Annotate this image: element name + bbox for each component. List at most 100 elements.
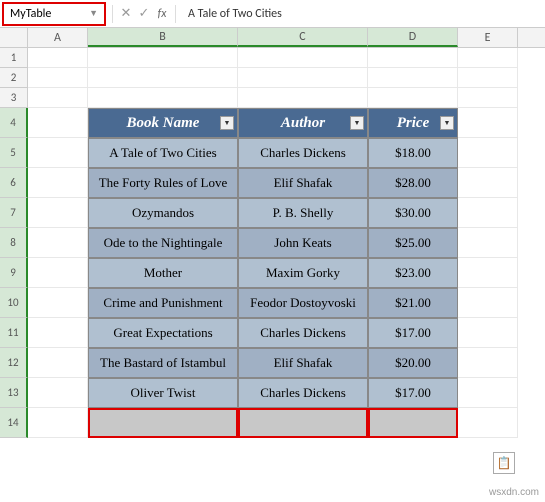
row-header[interactable]: 9 — [0, 258, 28, 288]
row-header[interactable]: 10 — [0, 288, 28, 318]
row-header[interactable]: 2 — [0, 68, 28, 88]
cell[interactable] — [458, 258, 518, 288]
cell-author[interactable]: P. B. Shelly — [238, 198, 368, 228]
name-box[interactable]: MyTable ▼ — [2, 2, 106, 26]
select-all-corner[interactable] — [0, 28, 28, 47]
cancel-icon[interactable]: ✕ — [117, 6, 135, 21]
cell-author[interactable]: Charles Dickens — [238, 138, 368, 168]
cell[interactable] — [368, 88, 458, 108]
cell[interactable] — [238, 408, 368, 438]
cell[interactable] — [368, 68, 458, 88]
cell[interactable] — [28, 198, 88, 228]
cell-price[interactable]: $28.00 — [368, 168, 458, 198]
cell-book[interactable]: Oliver Twist — [88, 378, 238, 408]
cell[interactable] — [88, 68, 238, 88]
row-header[interactable]: 7 — [0, 198, 28, 228]
cell[interactable] — [458, 408, 518, 438]
col-header-b[interactable]: B — [88, 28, 238, 47]
cell-author[interactable]: Charles Dickens — [238, 378, 368, 408]
cell-book[interactable]: Ozymandos — [88, 198, 238, 228]
cell[interactable] — [28, 228, 88, 258]
paste-options-icon[interactable]: 📋 — [493, 452, 515, 474]
formula-input[interactable]: A Tale of Two Cities — [180, 0, 545, 27]
cell[interactable] — [28, 318, 88, 348]
check-icon[interactable]: ✓ — [135, 6, 153, 21]
cell[interactable] — [458, 378, 518, 408]
cell[interactable] — [28, 408, 88, 438]
cell-price[interactable]: $18.00 — [368, 138, 458, 168]
cell[interactable] — [28, 138, 88, 168]
cell[interactable] — [28, 348, 88, 378]
cell[interactable] — [458, 68, 518, 88]
col-header-e[interactable]: E — [458, 28, 518, 47]
col-header-a[interactable]: A — [28, 28, 88, 47]
cell[interactable] — [368, 48, 458, 68]
table-header-price[interactable]: Price▼ — [368, 108, 458, 138]
cell-author[interactable]: Feodor Dostoyvoski — [238, 288, 368, 318]
row-header[interactable]: 3 — [0, 88, 28, 108]
cell-book[interactable]: The Bastard of Istambul — [88, 348, 238, 378]
cell-price[interactable]: $17.00 — [368, 318, 458, 348]
cell[interactable] — [458, 228, 518, 258]
cell-price[interactable]: $25.00 — [368, 228, 458, 258]
cell[interactable] — [368, 408, 458, 438]
cell[interactable] — [458, 48, 518, 68]
cell[interactable] — [458, 88, 518, 108]
cell[interactable] — [458, 318, 518, 348]
cell[interactable] — [28, 378, 88, 408]
cell[interactable] — [458, 168, 518, 198]
cell[interactable] — [458, 288, 518, 318]
row-header[interactable]: 1 — [0, 48, 28, 68]
row-header[interactable]: 13 — [0, 378, 28, 408]
row-header[interactable]: 6 — [0, 168, 28, 198]
cell-book[interactable]: A Tale of Two Cities — [88, 138, 238, 168]
col-header-c[interactable]: C — [238, 28, 368, 47]
filter-dropdown-icon[interactable]: ▼ — [440, 116, 454, 130]
cell[interactable] — [238, 88, 368, 108]
cell[interactable] — [28, 108, 88, 138]
filter-dropdown-icon[interactable]: ▼ — [220, 116, 234, 130]
cell-author[interactable]: John Keats — [238, 228, 368, 258]
cell[interactable] — [28, 288, 88, 318]
cell[interactable] — [238, 48, 368, 68]
cell[interactable] — [238, 68, 368, 88]
cell-book[interactable]: The Forty Rules of Love — [88, 168, 238, 198]
cell-price[interactable]: $21.00 — [368, 288, 458, 318]
cell[interactable] — [28, 88, 88, 108]
cell[interactable] — [458, 108, 518, 138]
cell[interactable] — [458, 348, 518, 378]
cell-author[interactable]: Elif Shafak — [238, 168, 368, 198]
table-header-author[interactable]: Author▼ — [238, 108, 368, 138]
filter-dropdown-icon[interactable]: ▼ — [350, 116, 364, 130]
cell[interactable] — [88, 408, 238, 438]
row-header[interactable]: 11 — [0, 318, 28, 348]
cell[interactable] — [88, 48, 238, 68]
row-header[interactable]: 8 — [0, 228, 28, 258]
cell-author[interactable]: Maxim Gorky — [238, 258, 368, 288]
cell-price[interactable]: $23.00 — [368, 258, 458, 288]
cell-book[interactable]: Great Expectations — [88, 318, 238, 348]
row-header[interactable]: 14 — [0, 408, 28, 438]
cell[interactable] — [88, 88, 238, 108]
chevron-down-icon[interactable]: ▼ — [89, 8, 98, 19]
cell-book[interactable]: Mother — [88, 258, 238, 288]
col-header-d[interactable]: D — [368, 28, 458, 47]
cell[interactable] — [28, 48, 88, 68]
table-header-book[interactable]: Book Name▼ — [88, 108, 238, 138]
cell[interactable] — [28, 68, 88, 88]
cell[interactable] — [458, 138, 518, 168]
cell[interactable] — [458, 198, 518, 228]
cell[interactable] — [28, 258, 88, 288]
row-header[interactable]: 4 — [0, 108, 28, 138]
row-header[interactable]: 12 — [0, 348, 28, 378]
cell-book[interactable]: Crime and Punishment — [88, 288, 238, 318]
cell[interactable] — [28, 168, 88, 198]
cell-price[interactable]: $20.00 — [368, 348, 458, 378]
cell-price[interactable]: $17.00 — [368, 378, 458, 408]
cell-author[interactable]: Elif Shafak — [238, 348, 368, 378]
cell-author[interactable]: Charles Dickens — [238, 318, 368, 348]
row-header[interactable]: 5 — [0, 138, 28, 168]
cell-book[interactable]: Ode to the Nightingale — [88, 228, 238, 258]
cell-price[interactable]: $30.00 — [368, 198, 458, 228]
fx-icon[interactable]: fx — [153, 7, 171, 21]
